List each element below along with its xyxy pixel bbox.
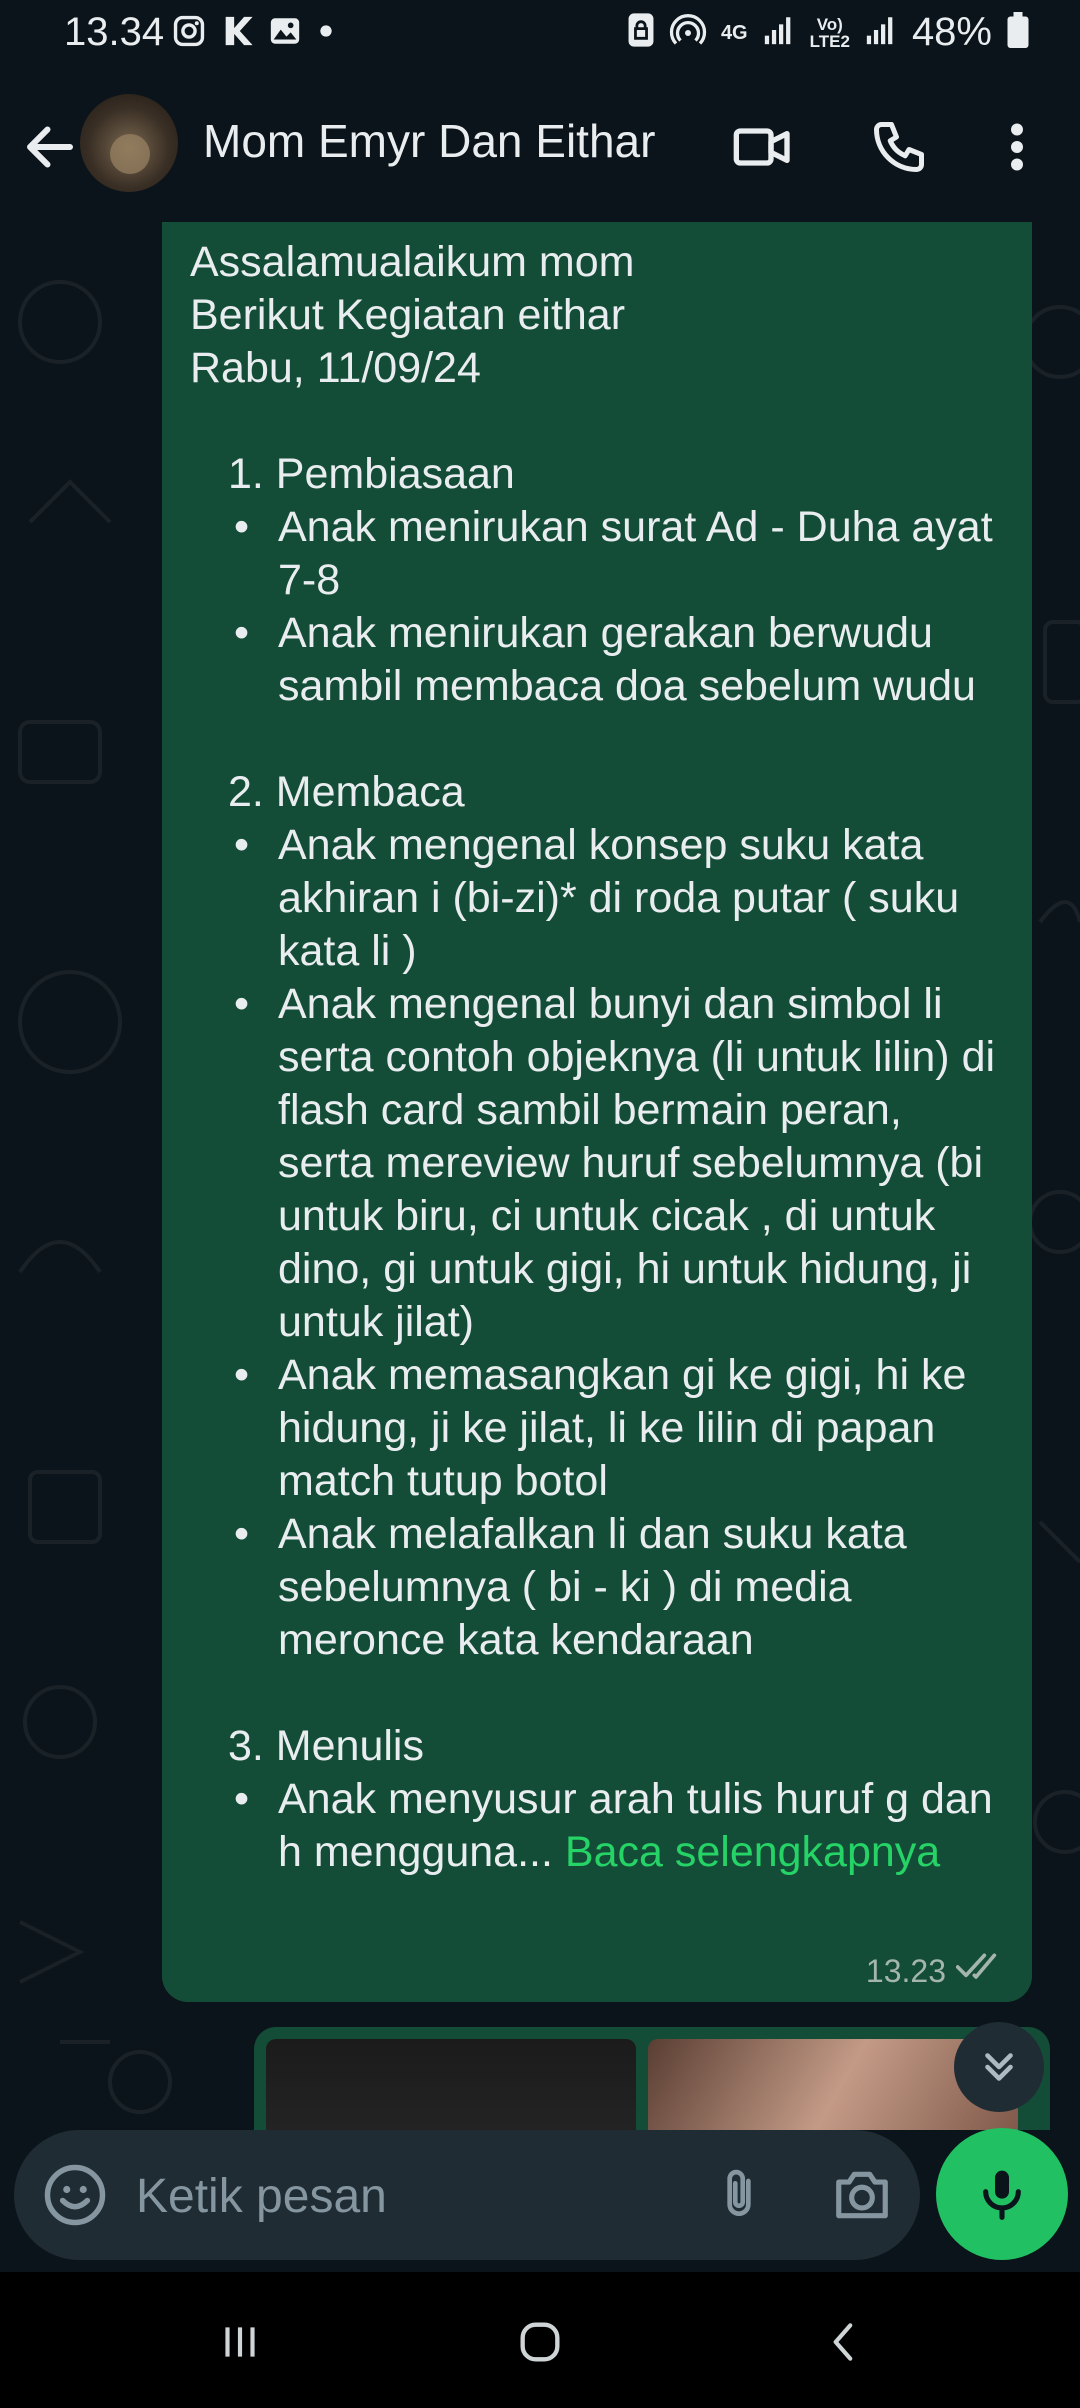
more-vert-icon[interactable] (982, 112, 1052, 182)
instagram-icon (172, 14, 206, 53)
back-arrow-icon[interactable] (20, 117, 80, 177)
battery-percent: 48% (911, 10, 992, 54)
message-time: 13.23 (865, 1952, 946, 1989)
chat-header: Mom Emyr Dan Eithar (0, 72, 1080, 222)
system-nav-bar (0, 2272, 1080, 2408)
list-item: Anak memasangkan gi ke gigi, hi ke hidun… (190, 1349, 1004, 1508)
list-item: Anak mengenal bunyi dan simbol li serta … (190, 978, 1004, 1349)
emoji-icon[interactable] (42, 2162, 108, 2228)
double-chevron-down-icon (985, 2053, 1013, 2081)
list-item: Anak menirukan gerakan berwudu sambil me… (190, 607, 1004, 713)
recents-icon[interactable] (200, 2302, 280, 2382)
read-receipt-icon (955, 1952, 1006, 1990)
message-bubble[interactable]: Assalamualaikum mom Berikut Kegiatan eit… (162, 222, 1032, 2002)
message-line: Assalamualaikum mom (190, 238, 635, 286)
lock-icon (627, 12, 655, 53)
section-title: 1. Pembiasaan (228, 450, 515, 498)
photo-thumbnail[interactable] (266, 2039, 636, 2130)
camera-icon[interactable] (822, 2160, 902, 2230)
volte-icon: Vo) LTE2 (809, 14, 850, 51)
status-bar: 13.34 4G Vo) LTE2 48% (0, 0, 1080, 72)
read-more-link[interactable]: Baca selengkapnya (565, 1828, 940, 1876)
network-type-label: 4G (720, 21, 748, 44)
message-line: Berikut Kegiatan eithar (190, 291, 626, 339)
contact-name[interactable]: Mom Emyr Dan Eithar (203, 114, 655, 168)
media-message[interactable] (254, 2027, 1050, 2130)
dot-icon (316, 14, 336, 53)
status-time: 13.34 (64, 10, 165, 54)
section-title: 3. Menulis (228, 1722, 424, 1770)
phone-icon[interactable] (864, 112, 934, 182)
home-icon[interactable] (500, 2302, 580, 2382)
battery-icon (1006, 12, 1030, 53)
section-title: 2. Membaca (228, 768, 465, 816)
message-input[interactable] (134, 2160, 698, 2232)
signal-icon (762, 13, 796, 52)
list-item: Anak mengenal konsep suku kata akhiran i… (190, 819, 1004, 978)
signal-icon-2 (864, 13, 898, 52)
paperclip-icon[interactable] (704, 2160, 774, 2230)
mic-icon (983, 2170, 1021, 2220)
k-app-icon (220, 14, 254, 53)
scroll-to-bottom-button[interactable] (954, 2022, 1044, 2112)
message-composer (14, 2130, 920, 2260)
avatar[interactable] (80, 94, 178, 192)
list-item: Anak menirukan surat Ad - Duha ayat 7-8 (190, 501, 1004, 607)
mic-button[interactable] (936, 2128, 1068, 2260)
list-item: Anak melafalkan li dan suku kata sebelum… (190, 1508, 1004, 1667)
hotspot-icon (669, 12, 707, 53)
video-call-icon[interactable] (728, 112, 798, 182)
message-text: Assalamualaikum mom Berikut Kegiatan eit… (190, 236, 1004, 1879)
message-line: Rabu, 11/09/24 (190, 344, 481, 392)
chat-area[interactable]: Assalamualaikum mom Berikut Kegiatan eit… (0, 222, 1080, 2130)
list-item: Anak menyusur arah tulis huruf g dan h m… (190, 1773, 1004, 1879)
message-meta: 13.23 (866, 1952, 1006, 1990)
back-nav-icon[interactable] (804, 2302, 884, 2382)
gallery-icon (268, 14, 302, 53)
